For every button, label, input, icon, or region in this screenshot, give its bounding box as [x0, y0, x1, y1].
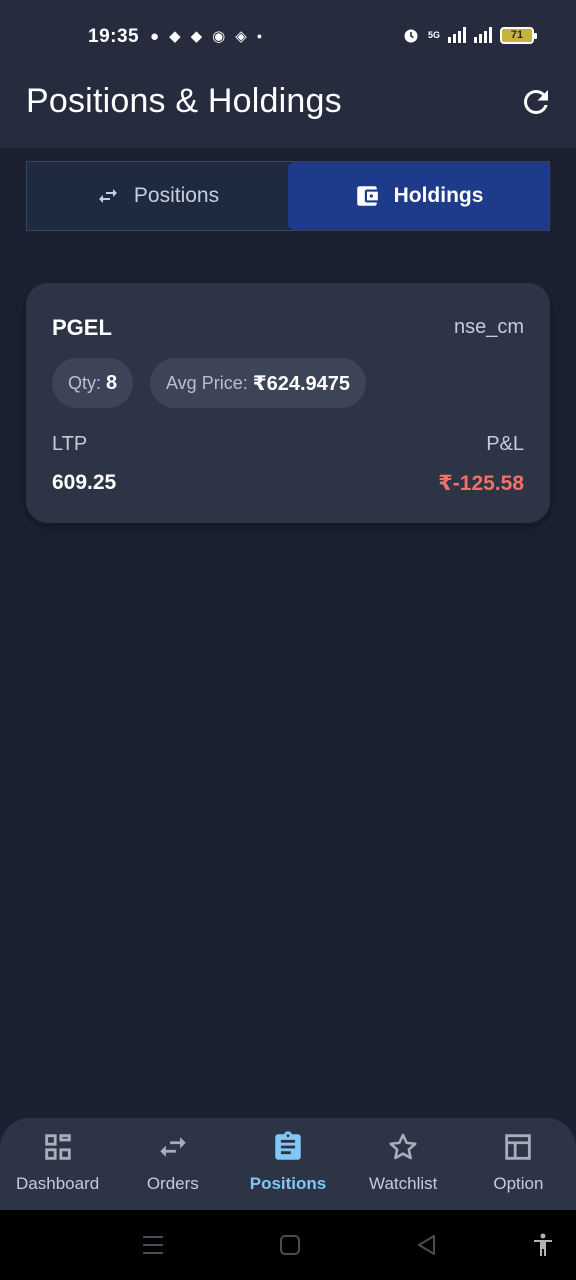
star-icon [389, 1133, 417, 1160]
refresh-icon [524, 89, 548, 114]
ltp-label: LTP [52, 433, 88, 455]
home-icon[interactable] [277, 1232, 303, 1258]
status-right: 5G 71 [402, 26, 537, 44]
nav-item-dashboard[interactable]: Dashboard [0, 1118, 115, 1210]
nav-label: Option [493, 1174, 544, 1193]
tab-positions[interactable]: Positions [27, 162, 288, 230]
qty-label: Qty: [68, 372, 102, 393]
pnl-value: ₹-125.58 [438, 472, 524, 495]
avg-price-value: ₹624.9475 [252, 372, 351, 395]
recent-apps-icon[interactable] [140, 1232, 166, 1258]
chat-icon: ● [150, 27, 160, 45]
nav-item-option[interactable]: Option [461, 1118, 576, 1210]
clipboard-icon [275, 1131, 301, 1160]
refresh-button[interactable] [518, 84, 554, 120]
alarm-icon [404, 29, 418, 43]
app-bar: Positions & Holdings [0, 76, 576, 148]
avg-price-chip: Avg Price: ₹624.9475 [150, 358, 367, 408]
tab-label: Holdings [393, 184, 484, 207]
tab-holdings[interactable]: Holdings [288, 162, 549, 230]
nav-label: Orders [146, 1174, 199, 1193]
dashboard-icon [44, 1134, 71, 1160]
back-icon[interactable] [414, 1232, 440, 1258]
bell-icon: ◉ [212, 28, 226, 45]
battery-level: 71 [510, 29, 524, 41]
page-title: Positions & Holdings [26, 82, 342, 120]
pnl-label: P&L [486, 433, 524, 455]
nav-item-positions[interactable]: Positions [230, 1118, 345, 1210]
status-time: 19:35 [88, 26, 140, 47]
segment-tabs: Positions Holdings [26, 161, 550, 231]
signal-icon [474, 27, 492, 43]
avg-price-label: Avg Price: [166, 372, 248, 393]
nav-label: Positions [249, 1174, 327, 1193]
system-navigation-bar [0, 1210, 576, 1280]
holding-card[interactable]: PGEL nse_cm Qty: 8 Avg Price: ₹624.9475 … [26, 283, 550, 523]
swap-icon [160, 1137, 186, 1157]
nav-label: Dashboard [16, 1174, 100, 1193]
nav-label: Watchlist [369, 1174, 438, 1193]
signal-icon [448, 27, 466, 43]
battery-icon: 71 [500, 26, 537, 44]
accessibility-icon[interactable] [530, 1232, 556, 1258]
app-notification-icon: ◆ [190, 28, 203, 45]
ltp-value: 609.25 [52, 471, 117, 494]
tab-label: Positions [133, 184, 220, 207]
nav-item-watchlist[interactable]: Watchlist [346, 1118, 461, 1210]
swap-icon [98, 189, 117, 203]
app-notification-icon: ◆ [169, 28, 181, 45]
wallet-icon [356, 186, 378, 206]
holding-exchange: nse_cm [453, 316, 524, 338]
holding-symbol: PGEL [52, 315, 112, 340]
status-bar: 19:35 ● ◆ ◆ ◉ ◈ ● 5G 71 [0, 0, 576, 76]
qty-value: 8 [106, 371, 118, 394]
network-type: 5G [427, 29, 440, 40]
notification-icons: ● ◆ ◆ ◉ ◈ ● [150, 27, 263, 46]
ticket-icon: ◈ [235, 28, 247, 45]
table-icon [505, 1134, 532, 1160]
bottom-navigation: Dashboard Orders Positions Watchlist Opt… [0, 1118, 576, 1210]
more-dot-icon: ● [256, 31, 263, 41]
qty-chip: Qty: 8 [52, 358, 134, 408]
nav-item-orders[interactable]: Orders [115, 1118, 230, 1210]
